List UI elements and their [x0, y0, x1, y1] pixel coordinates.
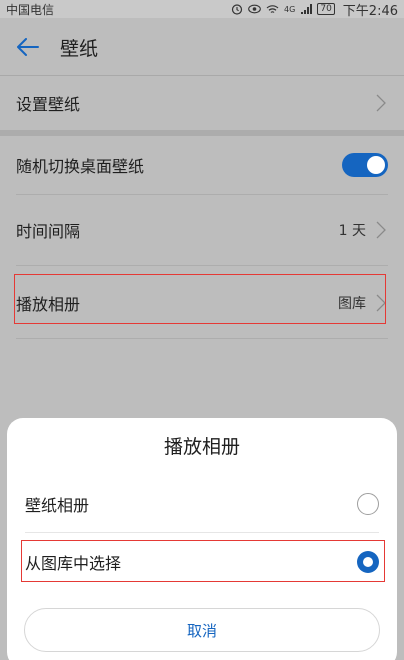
option-label: 从图库中选择 — [25, 554, 122, 573]
interval-value: 1 天 — [338, 223, 366, 239]
sheet-title: 播放相册 — [163, 436, 240, 458]
toggle-knob — [367, 156, 385, 174]
page-title: 壁纸 — [60, 37, 99, 60]
row-divider — [16, 265, 388, 266]
album-picker-sheet: 播放相册 壁纸相册 从图库中选择 取消 — [7, 418, 397, 660]
battery-indicator: 70 — [317, 3, 335, 15]
radio-checked-icon[interactable] — [357, 551, 379, 573]
cancel-button[interactable]: 取消 — [24, 608, 380, 652]
option-wallpaper-album[interactable]: 壁纸相册 — [7, 478, 397, 530]
chevron-right-icon — [376, 93, 388, 113]
set-wallpaper-label: 设置壁纸 — [16, 95, 81, 114]
back-arrow-icon[interactable] — [14, 33, 42, 61]
carrier-name: 中国电信 — [6, 2, 55, 17]
row-divider — [16, 338, 388, 339]
album-value: 图库 — [338, 296, 366, 312]
row-divider — [16, 194, 388, 195]
status-icons: 4G 70 下午2:46 — [231, 0, 398, 19]
option-choose-from-gallery[interactable]: 从图库中选择 — [7, 536, 397, 588]
status-time: 下午2:46 — [342, 3, 398, 19]
signal-icon — [301, 3, 313, 14]
album-label: 播放相册 — [16, 295, 81, 314]
network-type: 4G — [284, 4, 296, 14]
status-bar: 中国电信 4G 70 下午2:46 — [0, 0, 404, 19]
eye-icon — [248, 4, 261, 14]
random-switch-toggle[interactable] — [342, 153, 388, 177]
album-row[interactable]: 播放相册 图库 — [0, 273, 404, 333]
chevron-right-icon — [376, 293, 388, 313]
set-wallpaper-row[interactable]: 设置壁纸 — [0, 76, 404, 130]
option-label: 壁纸相册 — [25, 496, 90, 515]
wifi-icon — [266, 4, 279, 13]
option-divider — [25, 532, 379, 533]
alarm-icon — [231, 4, 243, 15]
interval-label: 时间间隔 — [16, 222, 81, 241]
interval-row[interactable]: 时间间隔 1 天 — [0, 199, 404, 261]
random-switch-row: 随机切换桌面壁纸 — [0, 136, 404, 194]
chevron-right-icon — [376, 220, 388, 240]
radio-unchecked-icon[interactable] — [357, 493, 379, 515]
random-switch-label: 随机切换桌面壁纸 — [16, 157, 145, 176]
app-header: 壁纸 — [0, 18, 404, 76]
